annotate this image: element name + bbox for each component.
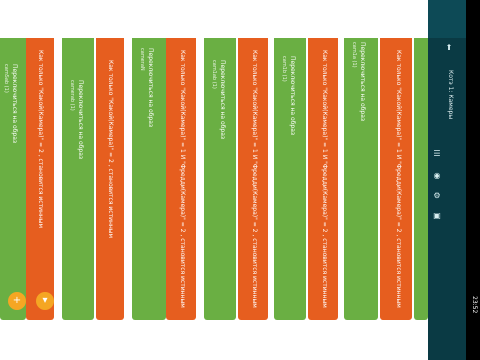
script-block-when-condition[interactable]: Как только "Какой(Камера)" = 2 , станови… [26, 38, 54, 320]
settings-icon[interactable]: ⚙ [432, 192, 442, 202]
block-label: Как только "Какой(Камера)" = 1 И "Фредди… [321, 50, 328, 308]
block-label: Переключиться на образ cam1ab (1) [211, 60, 226, 140]
block-label: Как только "Какой(Камера)" = 2 , станови… [37, 50, 44, 229]
script-canvas[interactable]: Переключиться на образ camSab (1) Как то… [0, 38, 428, 320]
block-label: Переключиться на образ camerab (1) [69, 80, 84, 160]
script-block-when-condition[interactable]: Как только "Какой(Камера)" = 1 И "Фредди… [166, 38, 196, 320]
chevron-icon[interactable]: ▾ [36, 292, 54, 310]
script-block-partial[interactable] [414, 38, 428, 320]
script-block-switch-costume[interactable]: Переключиться на образ cam1ab (1) [204, 38, 236, 320]
camera-icon[interactable]: ▣ [432, 212, 442, 222]
scene-title: Котэ 1: Камеры [447, 70, 454, 120]
script-block-when-condition[interactable]: Как только "Какой(Камера)" = 1 И "Фредди… [308, 38, 338, 320]
plus-icon[interactable]: + [8, 292, 26, 310]
block-label: Переключиться на образ cameraN [139, 48, 154, 128]
block-label: Переключиться на образ cam1a (1) [351, 42, 366, 122]
script-block-switch-costume[interactable]: Переключиться на образ cam1a (1) [344, 38, 378, 320]
script-block-switch-costume[interactable]: Переключиться на образ cameraN [132, 38, 166, 320]
block-label: Как только "Какой(Камера)" = 1 И "Фредди… [179, 50, 186, 308]
script-block-switch-costume[interactable]: Переключиться на образ camSab (1) [0, 38, 26, 320]
app-screen: Переключиться на образ camSab (1) Как то… [0, 0, 480, 360]
script-block-when-condition[interactable]: Как только "Какой(Камера)" = 1 И "Фредди… [380, 38, 412, 320]
script-block-switch-costume[interactable]: Переключиться на образ cam1b (1) [274, 38, 306, 320]
script-block-when-condition[interactable]: Как только "Какой(Камера)" = 2 , станови… [96, 38, 124, 320]
menu-icon[interactable]: ☰ [432, 150, 442, 160]
back-arrow-icon[interactable]: ⬆ [444, 44, 454, 54]
block-label: Как только "Какой(Камера)" = 2 , станови… [107, 60, 114, 239]
block-label: Как только "Какой(Камера)" = 1 И "Фредди… [395, 50, 402, 308]
status-bar: 23:52 [466, 0, 480, 360]
script-block-when-condition[interactable]: Как только "Какой(Камера)" = 1 И "Фредди… [238, 38, 268, 320]
clock: 23:52 [471, 296, 478, 314]
block-label: Переключиться на образ camSab (1) [3, 64, 18, 144]
pin-icon[interactable]: ◉ [432, 172, 442, 182]
block-label: Как только "Какой(Камера)" = 1 И "Фредди… [251, 50, 258, 308]
block-label: Переключиться на образ cam1b (1) [281, 56, 296, 136]
script-block-switch-costume[interactable]: Переключиться на образ camerab (1) [62, 38, 94, 320]
